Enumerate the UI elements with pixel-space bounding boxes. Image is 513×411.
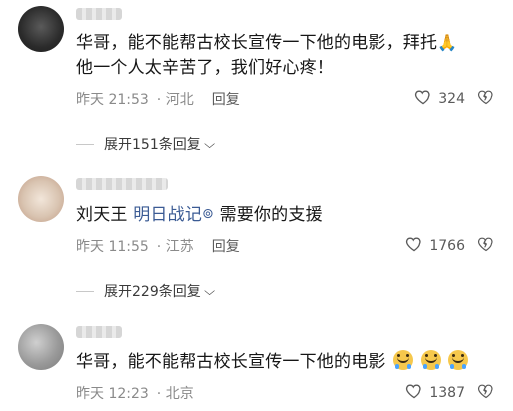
chevron-down-icon: ⌵ xyxy=(203,283,215,298)
expand-replies-button[interactable]: 展开229条回复 ⌵ xyxy=(76,280,495,302)
praying-hands-emoji: 🙏 xyxy=(437,33,458,52)
divider xyxy=(76,143,94,145)
avatar[interactable] xyxy=(18,324,64,370)
like-count: 1766 xyxy=(429,238,465,254)
expand-replies-label: 展开151条回复 xyxy=(104,137,201,153)
comment-text-suffix: 需要你的支援 xyxy=(219,205,323,225)
comment-text-prefix: 刘天王 xyxy=(76,205,128,225)
avatar[interactable] xyxy=(18,176,64,222)
reply-button[interactable]: 回复 xyxy=(212,236,240,256)
comment-location: · 河北 xyxy=(156,92,194,108)
comment-location: · 江苏 xyxy=(156,239,194,255)
crying-face-emoji xyxy=(420,350,441,370)
comment-text-line-1: 华哥，能不能帮古校长宣传一下他的电影，拜托 xyxy=(76,33,438,53)
broken-heart-icon xyxy=(477,89,495,109)
username-blurred[interactable] xyxy=(76,178,168,190)
comment-item: 华哥，能不能帮古校长宣传一下他的电影，拜托🙏 他一个人太辛苦了，我们好心疼！ 昨… xyxy=(0,0,513,153)
divider xyxy=(76,290,94,292)
comment-text-line-1: 华哥，能不能帮古校长宣传一下他的电影 xyxy=(76,352,386,372)
broken-heart-icon xyxy=(477,383,495,403)
username-blurred[interactable] xyxy=(76,326,122,338)
crying-face-emoji xyxy=(393,350,414,370)
like-count: 1387 xyxy=(429,385,465,401)
expand-replies-button[interactable]: 展开151条回复 ⌵ xyxy=(76,133,495,155)
dislike-button[interactable] xyxy=(477,384,495,402)
heart-outline-icon xyxy=(405,236,423,256)
expand-replies-label: 展开229条回复 xyxy=(104,284,201,300)
comment-time: 昨天 11:55 xyxy=(76,239,149,255)
like-button[interactable]: 1387 xyxy=(405,382,465,404)
comment-time: 昨天 12:23 xyxy=(76,386,149,402)
comment-time: 昨天 21:53 xyxy=(76,92,149,108)
like-button[interactable]: 324 xyxy=(414,88,465,110)
reply-button[interactable]: 回复 xyxy=(212,89,240,109)
comment-text: 刘天王 明日战记⊚ 需要你的支援 xyxy=(76,202,495,228)
heart-outline-icon xyxy=(405,383,423,403)
username-blurred[interactable] xyxy=(76,8,122,20)
heart-outline-icon xyxy=(414,89,432,109)
crying-face-emoji xyxy=(448,350,469,370)
comment-location: · 北京 xyxy=(156,386,194,402)
avatar[interactable] xyxy=(18,6,64,52)
like-button[interactable]: 1766 xyxy=(405,235,465,257)
mention-link[interactable]: 明日战记⊚ xyxy=(133,205,214,225)
dislike-button[interactable] xyxy=(477,90,495,108)
dislike-button[interactable] xyxy=(477,237,495,255)
at-sign-icon: ⊚ xyxy=(202,206,214,222)
like-count: 324 xyxy=(438,91,465,107)
broken-heart-icon xyxy=(477,236,495,256)
comment-text-line-2: 他一个人太辛苦了，我们好心疼！ xyxy=(76,58,334,78)
comment-text: 华哥，能不能帮古校长宣传一下他的电影，拜托🙏 他一个人太辛苦了，我们好心疼！ xyxy=(76,30,495,81)
comment-text: 华哥，能不能帮古校长宣传一下他的电影 xyxy=(76,350,495,375)
comment-item: 华哥，能不能帮古校长宣传一下他的电影 昨天 12:23 · 北京 1387 xyxy=(0,318,513,411)
comment-item: 刘天王 明日战记⊚ 需要你的支援 昨天 11:55 · 江苏 回复 1766 展… xyxy=(0,170,513,310)
chevron-down-icon: ⌵ xyxy=(203,136,215,151)
